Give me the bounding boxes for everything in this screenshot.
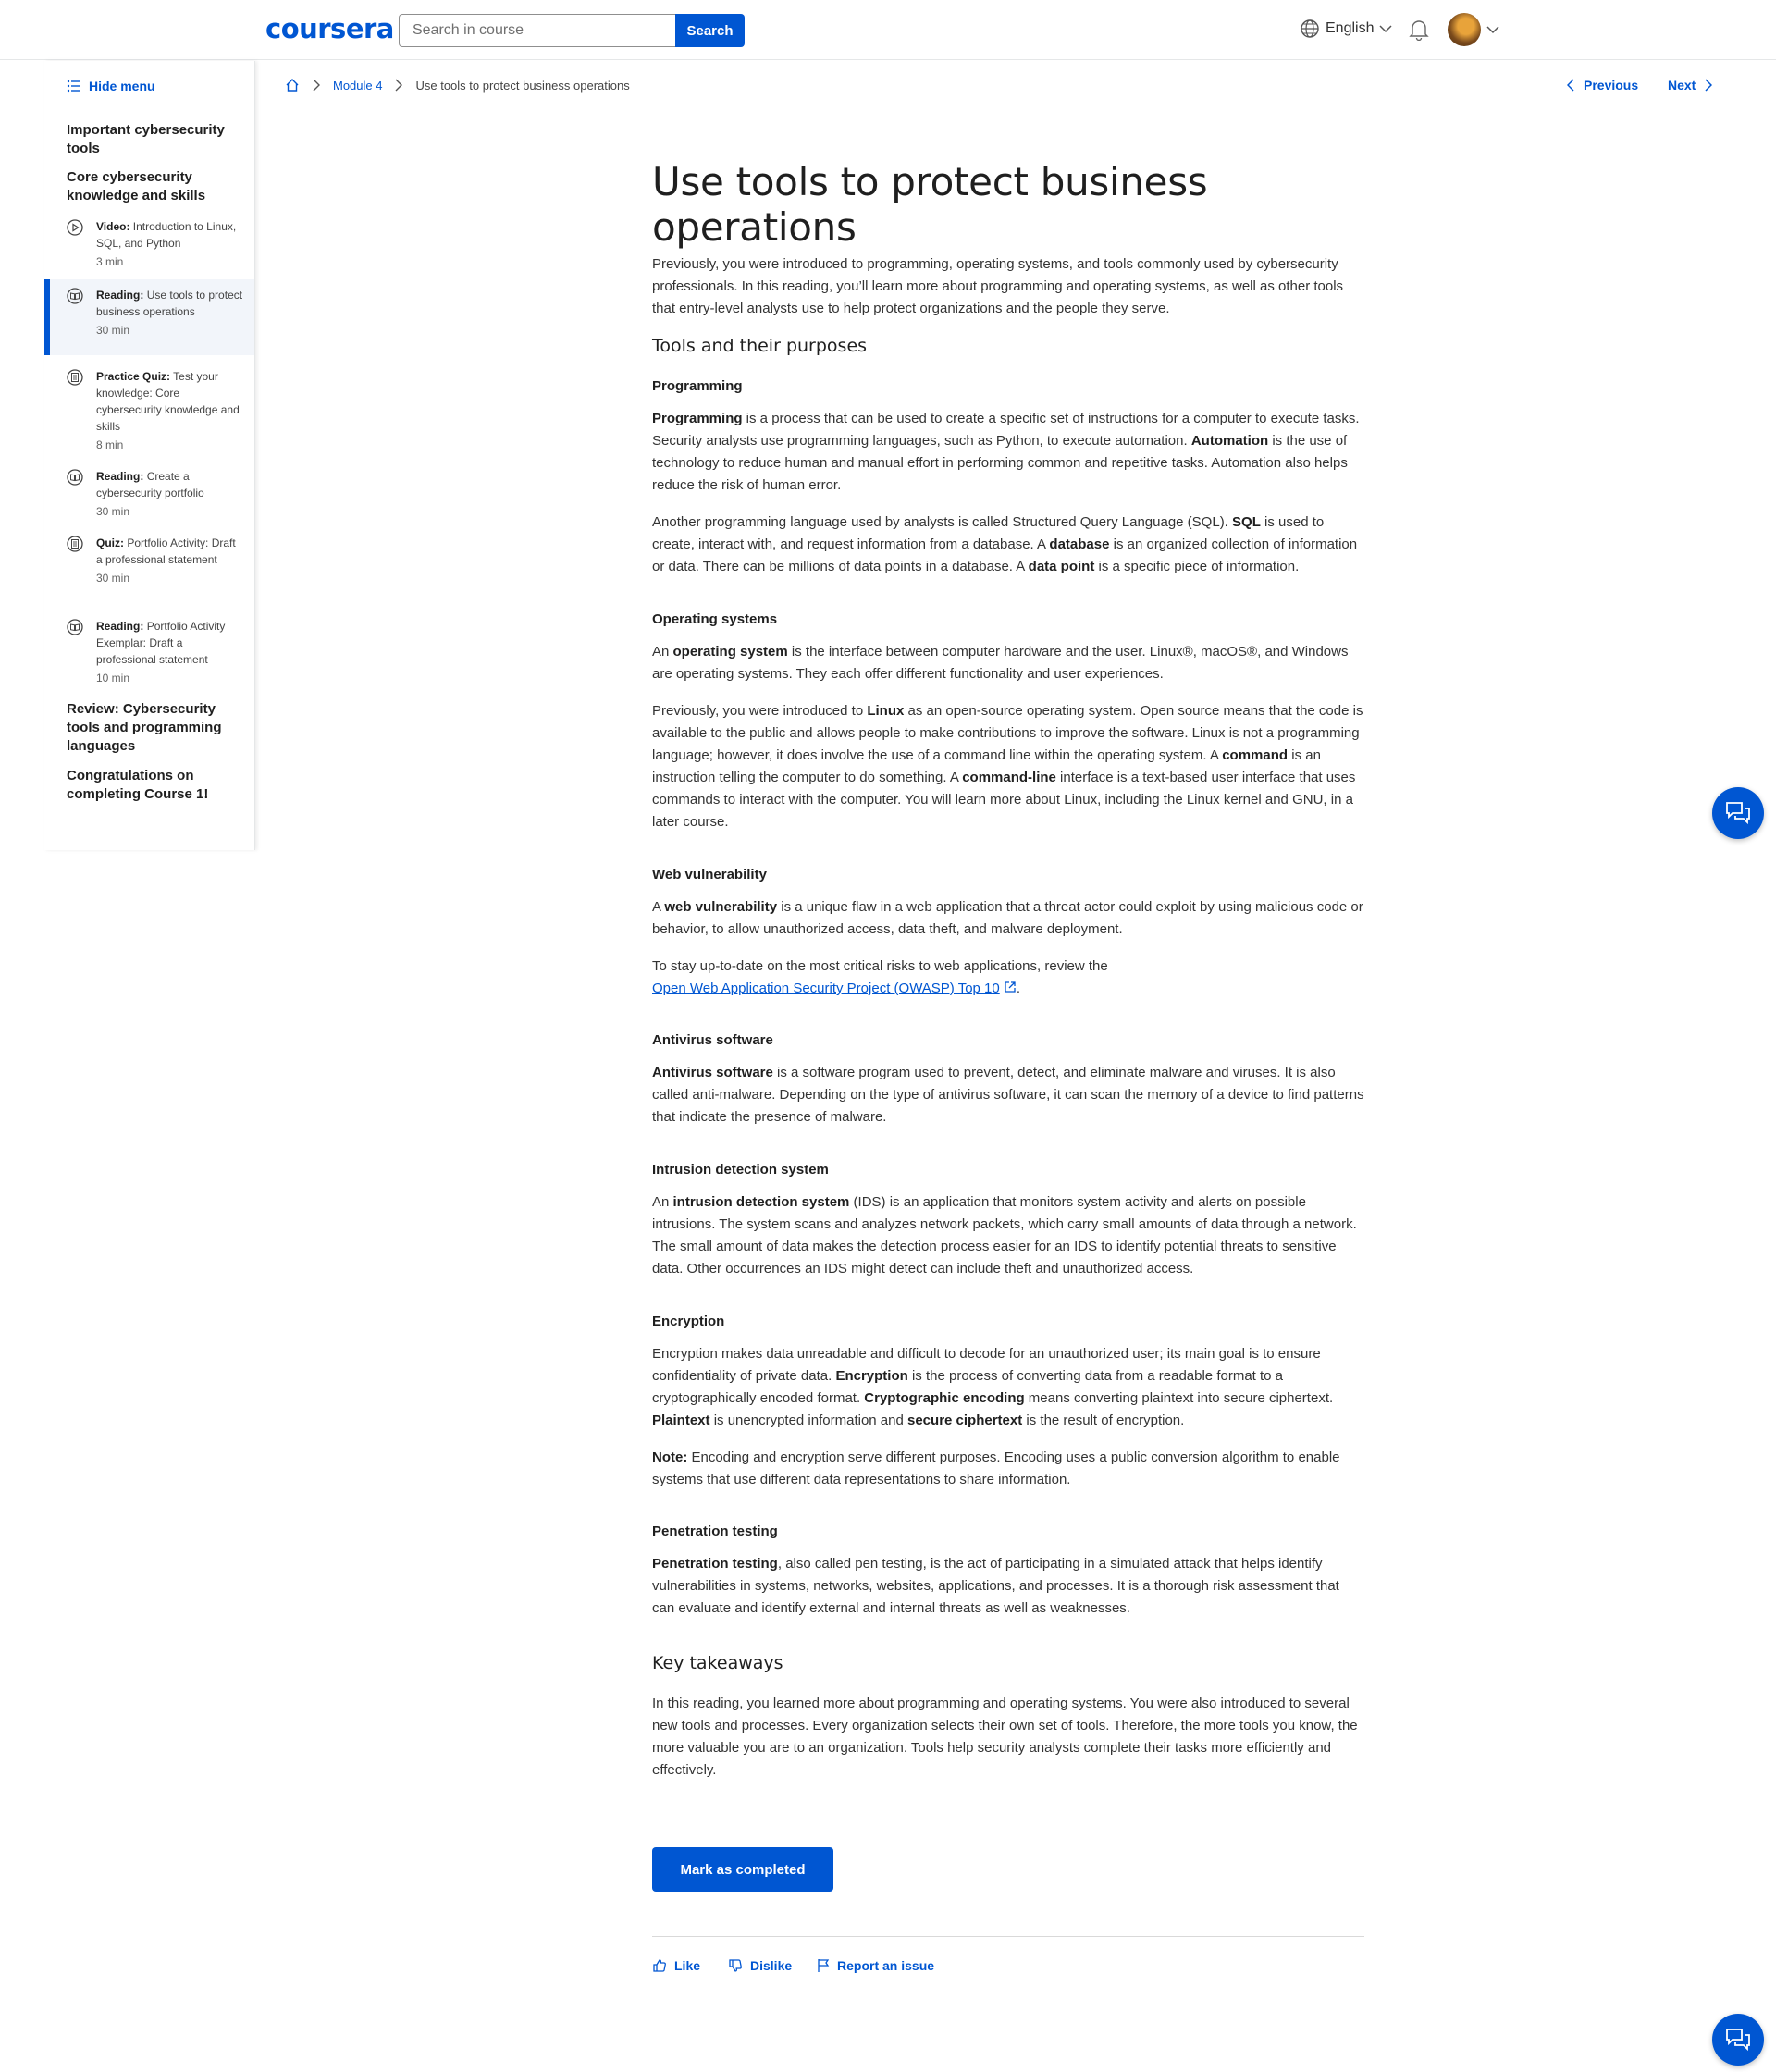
bell-icon [1409,20,1429,42]
reading-icon [67,288,83,304]
breadcrumb-current: Use tools to protect business operations [415,78,630,92]
section-heading-tools: Tools and their purposes [652,336,868,356]
chevron-right-icon [313,79,320,92]
thumbs-down-icon [729,1959,742,1972]
subheading-web-vulnerability: Web vulnerability [652,867,767,882]
report-issue-button[interactable]: Report an issue [817,1958,934,1973]
intro-paragraph: Previously, you were introduced to progr… [652,256,1344,316]
flag-icon [818,1959,830,1972]
paragraph-web-1: A web vulnerability is a unique flaw in … [652,899,1363,937]
subheading-ids: Intrusion detection system [652,1162,829,1178]
sidebar-item-duration: 30 min [96,505,130,518]
paragraph-ids: An intrusion detection system (IDS) is a… [652,1194,1357,1276]
report-label: Report an issue [837,1958,935,1973]
sidebar-item-practice-quiz[interactable]: Practice Quiz: Test your knowledge: Core… [44,368,254,451]
owasp-link[interactable]: Open Web Application Security Project (O… [652,980,1000,996]
subheading-programming: Programming [652,378,743,394]
chat-assistant-button[interactable] [1712,787,1764,839]
sidebar-item-type: Reading: [96,289,144,302]
sidebar-item-duration: 8 min [96,438,124,451]
paragraph-os-1: An operating system is the interface bet… [652,644,1349,682]
sidebar-section-important-tools[interactable]: Important cybersecurity tools [67,121,242,158]
external-link-icon [1005,981,1016,993]
section-heading-takeaways: Key takeaways [652,1653,783,1673]
divider [652,1936,1364,1937]
dislike-button[interactable]: Dislike [728,1958,792,1973]
top-header: coursera Search English [0,0,1776,60]
quiz-icon [67,369,83,386]
paragraph-programming-2: Another programming language used by ana… [652,514,1358,574]
course-sidebar: Hide menu Important cybersecurity tools … [44,61,255,850]
next-label: Next [1668,78,1696,92]
chevron-right-icon [1705,79,1713,92]
sidebar-item-reading-portfolio[interactable]: Reading: Create a cybersecurity portfoli… [44,468,254,524]
paragraph-os-2: Previously, you were introduced to Linux… [652,703,1363,830]
paragraph-web-2: To stay up-to-date on the most critical … [652,958,1108,996]
reading-icon [67,619,83,635]
mark-as-completed-button[interactable]: Mark as completed [652,1847,833,1892]
search-button[interactable]: Search [675,14,745,47]
chat-assistant-button-bottom[interactable] [1712,2014,1764,2066]
like-label: Like [674,1958,701,1973]
next-button[interactable]: Next [1668,78,1713,92]
previous-button[interactable]: Previous [1567,78,1638,92]
home-icon[interactable] [285,78,300,92]
play-icon [67,219,83,236]
sidebar-item-duration: 30 min [96,572,130,585]
notifications-button[interactable] [1409,18,1429,45]
previous-label: Previous [1584,78,1639,92]
quiz-icon [67,536,83,552]
subheading-antivirus: Antivirus software [652,1032,773,1048]
language-label: English [1326,20,1375,36]
coursera-logo[interactable]: coursera [265,13,394,44]
dislike-label: Dislike [750,1958,793,1973]
sidebar-item-type: Video: [96,220,130,233]
sidebar-section-congratulations[interactable]: Congratulations on completing Course 1! [67,767,242,804]
subheading-pentest: Penetration testing [652,1523,778,1539]
hide-menu-label: Hide menu [89,79,155,93]
subheading-encryption: Encryption [652,1314,725,1329]
page-title: Use tools to protect business operations [652,159,1208,250]
list-icon [67,80,80,92]
breadcrumb-module-link[interactable]: Module 4 [333,79,382,92]
sidebar-item-quiz-portfolio[interactable]: Quiz: Portfolio Activity: Draft a profes… [44,535,254,609]
account-menu[interactable] [1448,13,1499,46]
sidebar-item-duration: 3 min [96,255,124,268]
chevron-down-icon [1486,26,1499,34]
sidebar-section-review[interactable]: Review: Cybersecurity tools and programm… [67,700,242,756]
hide-menu-button[interactable]: Hide menu [67,79,155,93]
like-button[interactable]: Like [652,1958,700,1973]
paragraph-pentest: Penetration testing, also called pen tes… [652,1556,1339,1616]
sidebar-item-duration: 10 min [96,672,130,684]
sidebar-item-duration: 30 min [96,324,130,337]
avatar [1448,13,1481,46]
sidebar-item-reading-use-tools[interactable]: Reading: Use tools to protect business o… [44,279,254,355]
sidebar-item-video-intro[interactable]: Video: Introduction to Linux, SQL, and P… [44,218,254,274]
language-selector[interactable]: English [1300,18,1393,39]
sidebar-item-type: Practice Quiz: [96,370,171,383]
paragraph-programming-1: Programming is a process that can be use… [652,411,1360,493]
paragraph-antivirus: Antivirus software is a software program… [652,1065,1364,1125]
breadcrumb: Module 4 Use tools to protect business o… [285,78,630,92]
subheading-operating-systems: Operating systems [652,611,778,627]
sidebar-section-core-knowledge[interactable]: Core cybersecurity knowledge and skills [67,168,242,205]
chevron-down-icon [1379,25,1393,33]
chat-icon [1726,2029,1750,2052]
sidebar-item-reading-exemplar[interactable]: Reading: Portfolio Activity Exemplar: Dr… [44,618,254,692]
paragraph-encryption-note: Note: Encoding and encryption serve diff… [652,1449,1340,1487]
sidebar-item-type: Reading: [96,620,144,633]
chevron-right-icon [395,79,403,92]
sidebar-item-type: Quiz: [96,536,124,549]
reading-icon [67,469,83,486]
chat-icon [1726,802,1750,825]
search-input[interactable] [399,14,676,47]
thumbs-up-icon [653,1959,666,1972]
sidebar-item-type: Reading: [96,470,144,483]
chevron-left-icon [1567,79,1574,92]
paragraph-takeaways: In this reading, you learned more about … [652,1696,1358,1778]
paragraph-encryption-1: Encryption makes data unreadable and dif… [652,1346,1334,1428]
globe-icon [1301,19,1319,38]
